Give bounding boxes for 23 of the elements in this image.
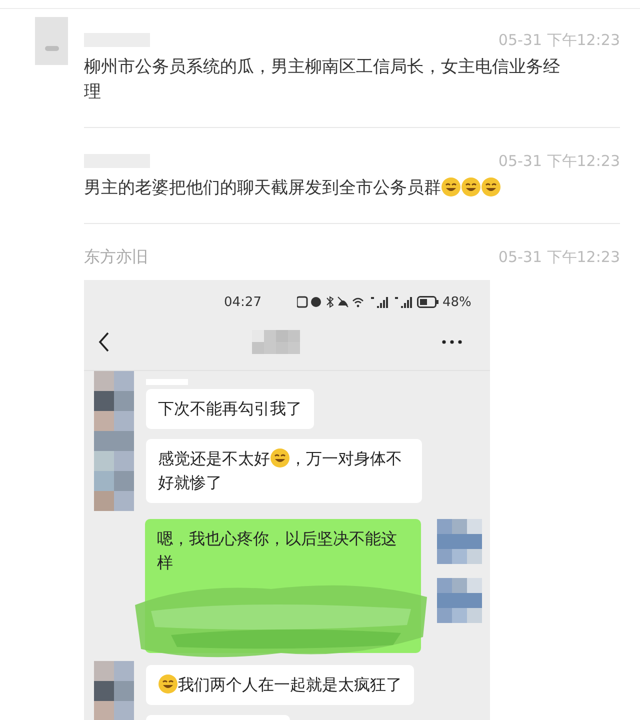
comment-time: 05-31 下午12:23 — [498, 248, 620, 266]
more-icon — [442, 340, 462, 344]
battery-percent: 48% — [442, 294, 472, 310]
laughing-emoji-icon — [441, 177, 461, 197]
blurred-chat-title — [252, 330, 300, 354]
back-icon — [98, 332, 110, 352]
laughing-emoji-icon — [158, 674, 178, 694]
message-bubble: 感觉还是不太好 ，万一对身体不好就惨了 — [146, 439, 422, 503]
message-bubble: 我们两个人在一起就是太疯狂了 — [146, 665, 414, 705]
pixelated-avatar — [94, 661, 134, 720]
comment-text: 柳州市公务员系统的瓜，男主柳南区工信局长，女主电信业务经理 — [84, 56, 561, 104]
comment-time: 05-31 下午12:23 — [498, 30, 620, 50]
comment-text: 男主的老婆把他们的聊天截屏发到全市公务员群 — [84, 176, 574, 201]
laughing-emoji-icon — [270, 448, 290, 468]
comment-time: 05-31 下午12:23 — [498, 152, 620, 170]
pixelated-avatar — [437, 578, 482, 623]
author-name: 东方亦旧 — [84, 246, 148, 268]
status-time: 04:27 — [224, 294, 262, 310]
battery-icon — [417, 296, 440, 308]
laughing-emoji-icon — [481, 177, 501, 197]
pixelated-avatar — [437, 519, 482, 564]
message-bubble: 下次不能再勾引我了 — [146, 389, 314, 429]
laughing-emoji-icon — [461, 177, 481, 197]
